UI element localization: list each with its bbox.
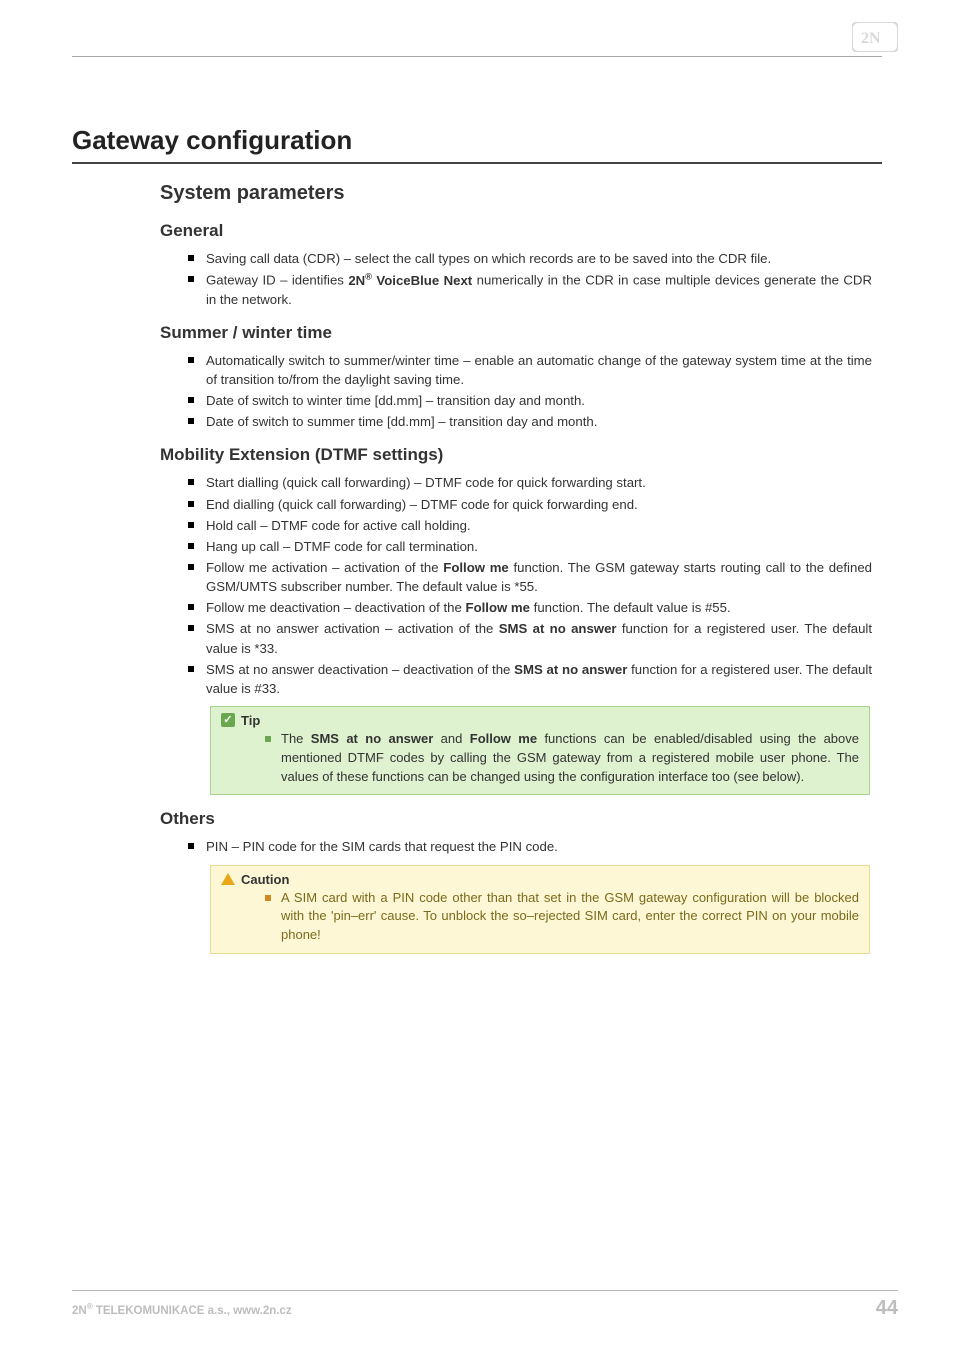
- header-rule: [72, 56, 882, 57]
- caution-label: Caution: [241, 872, 289, 887]
- list-item: SMS at no answer deactivation – deactiva…: [188, 660, 872, 698]
- list-item: Date of switch to summer time [dd.mm] – …: [188, 412, 872, 431]
- callout-caution: Caution A SIM card with a PIN code other…: [210, 865, 870, 955]
- caution-icon: [221, 873, 235, 885]
- heading-general: General: [160, 221, 882, 241]
- footer-rule: [72, 1290, 898, 1291]
- list-item: Gateway ID – identifies 2N® VoiceBlue Ne…: [188, 270, 872, 309]
- list-summer-winter: Automatically switch to summer/winter ti…: [188, 351, 872, 432]
- callout-tip: ✓ Tip The SMS at no answer and Follow me…: [210, 706, 870, 796]
- list-item: End dialling (quick call forwarding) – D…: [188, 495, 872, 514]
- list-item: Saving call data (CDR) – select the call…: [188, 249, 872, 268]
- tip-icon: ✓: [221, 713, 235, 727]
- tip-label: Tip: [241, 713, 260, 728]
- footer-company: 2N® TELEKOMUNIKACE a.s., www.2n.cz: [72, 1302, 292, 1317]
- heading-system-parameters: System parameters: [160, 182, 882, 205]
- title-rule: [72, 162, 882, 164]
- list-item: Hold call – DTMF code for active call ho…: [188, 516, 872, 535]
- list-item: PIN – PIN code for the SIM cards that re…: [188, 837, 872, 856]
- caution-text: A SIM card with a PIN code other than th…: [265, 889, 859, 946]
- page-footer: 2N® TELEKOMUNIKACE a.s., www.2n.cz 44: [72, 1290, 898, 1320]
- list-item: Follow me deactivation – deactivation of…: [188, 598, 872, 617]
- list-item: Hang up call – DTMF code for call termin…: [188, 537, 872, 556]
- list-item: Date of switch to winter time [dd.mm] – …: [188, 391, 872, 410]
- list-item: Automatically switch to summer/winter ti…: [188, 351, 872, 389]
- tip-text: The SMS at no answer and Follow me funct…: [265, 730, 859, 787]
- footer-page-number: 44: [876, 1297, 898, 1320]
- brand-logo-icon: 2N: [852, 22, 898, 52]
- heading-mobility: Mobility Extension (DTMF settings): [160, 445, 882, 465]
- list-mobility: Start dialling (quick call forwarding) –…: [188, 473, 872, 698]
- svg-text:2N: 2N: [861, 30, 881, 47]
- list-others: PIN – PIN code for the SIM cards that re…: [188, 837, 872, 856]
- list-item: Start dialling (quick call forwarding) –…: [188, 473, 872, 492]
- heading-summer-winter: Summer / winter time: [160, 323, 882, 343]
- page-title: Gateway configuration: [72, 125, 882, 156]
- list-item: Follow me activation – activation of the…: [188, 558, 872, 596]
- heading-others: Others: [160, 809, 882, 829]
- list-item: SMS at no answer activation – activation…: [188, 619, 872, 657]
- list-general: Saving call data (CDR) – select the call…: [188, 249, 872, 309]
